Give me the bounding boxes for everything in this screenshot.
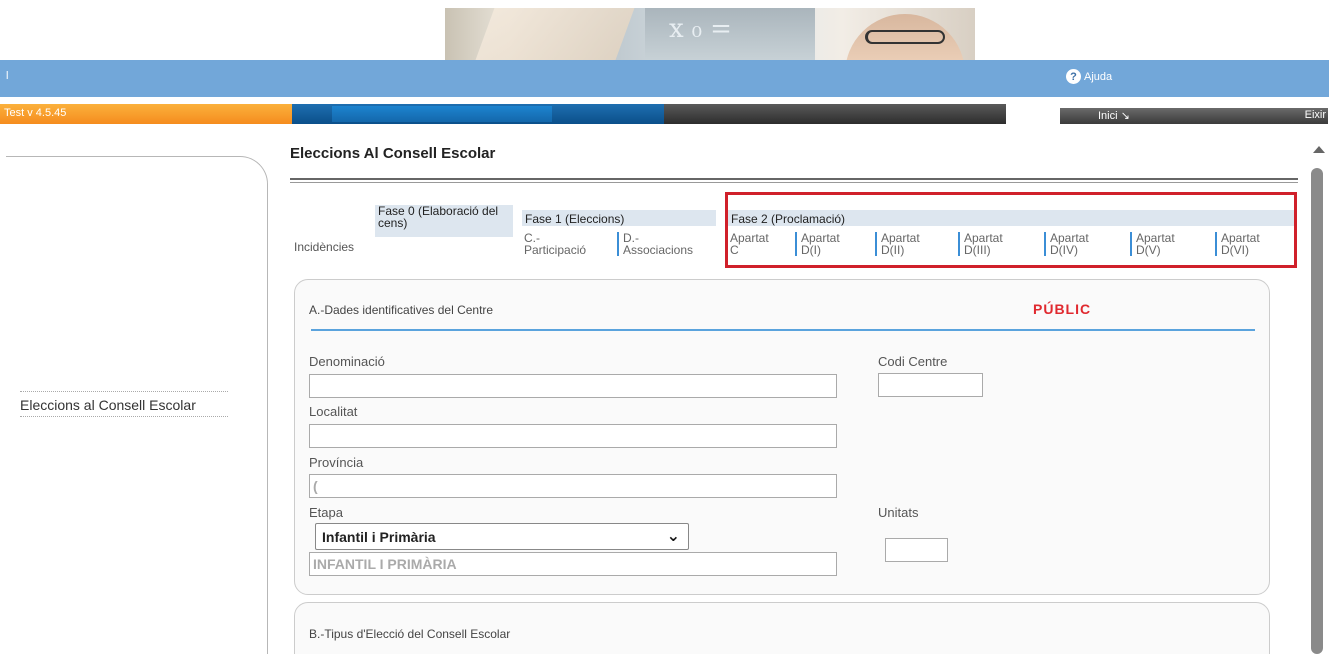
unitats-label: Unitats [878, 505, 919, 520]
header-banner: x₀= [0, 0, 1329, 60]
section-b-panel: B.-Tipus d'Elecció del Consell Escolar [294, 602, 1270, 654]
provincia-field[interactable]: ( [309, 474, 837, 498]
version-tab: Test v 4.5.45 [0, 104, 292, 124]
scroll-up-icon[interactable] [1313, 146, 1325, 153]
unitats-field[interactable] [885, 538, 948, 562]
denominacio-label: Denominació [309, 354, 385, 369]
tab-incidencies[interactable]: Incidències [294, 240, 354, 254]
highlight-box [725, 192, 1297, 268]
nav-marker: l [6, 70, 9, 82]
home-exit-bar: Inici ↘ Eixir [1060, 108, 1328, 124]
eixir-link[interactable]: Eixir [1305, 109, 1326, 121]
scrollbar[interactable] [1309, 141, 1329, 654]
title-divider [290, 178, 1298, 183]
etapa-label: Etapa [309, 505, 343, 520]
inici-link[interactable]: Inici ↘ [1098, 109, 1130, 122]
scroll-thumb[interactable] [1311, 168, 1323, 654]
localitat-field[interactable] [309, 424, 837, 448]
etapa-readonly-field: INFANTIL I PRIMÀRIA [309, 552, 837, 576]
status-badge: PÚBLIC [1033, 301, 1092, 317]
section-a-divider [311, 329, 1255, 331]
section-a-title: A.-Dades identificatives del Centre [309, 303, 494, 317]
etapa-select[interactable]: Infantil i Primària ⌄ [315, 523, 689, 550]
codi-centre-field[interactable] [878, 373, 983, 397]
localitat-label: Localitat [309, 404, 358, 419]
help-link[interactable]: ? Ajuda [1066, 69, 1112, 84]
tab-bar: Test v 4.5.45 Inici ↘ Eixir [0, 104, 1329, 124]
tab-phase1[interactable]: Fase 1 (Eleccions) [522, 210, 716, 226]
subtab-participacio[interactable]: C.- Participació [524, 232, 590, 256]
menu-tab-dark[interactable] [664, 104, 1006, 124]
page-title: Eleccions Al Consell Escolar [290, 145, 496, 162]
section-a-panel: A.-Dades identificatives del Centre PÚBL… [294, 279, 1270, 595]
section-b-title: B.-Tipus d'Elecció del Consell Escolar [309, 627, 511, 641]
denominacio-field[interactable] [309, 374, 837, 398]
help-icon: ? [1066, 69, 1081, 84]
top-nav-bar: l ? Ajuda [0, 60, 1329, 97]
version-label: Test v 4.5.45 [4, 107, 67, 119]
provincia-label: Província [309, 455, 364, 470]
subtab-associacions[interactable]: D.- Associacions [617, 232, 707, 256]
banner-image: x₀= [445, 8, 975, 60]
tab-phase0[interactable]: Fase 0 (Elaboració del cens) [375, 205, 513, 237]
etapa-selected: Infantil i Primària [322, 529, 436, 545]
menu-tab-blue[interactable] [292, 104, 664, 124]
sidebar-item-eleccions[interactable]: Eleccions al Consell Escolar [20, 391, 228, 417]
chevron-down-icon: ⌄ [666, 528, 680, 545]
help-label: Ajuda [1084, 70, 1113, 83]
codi-centre-label: Codi Centre [878, 354, 948, 369]
